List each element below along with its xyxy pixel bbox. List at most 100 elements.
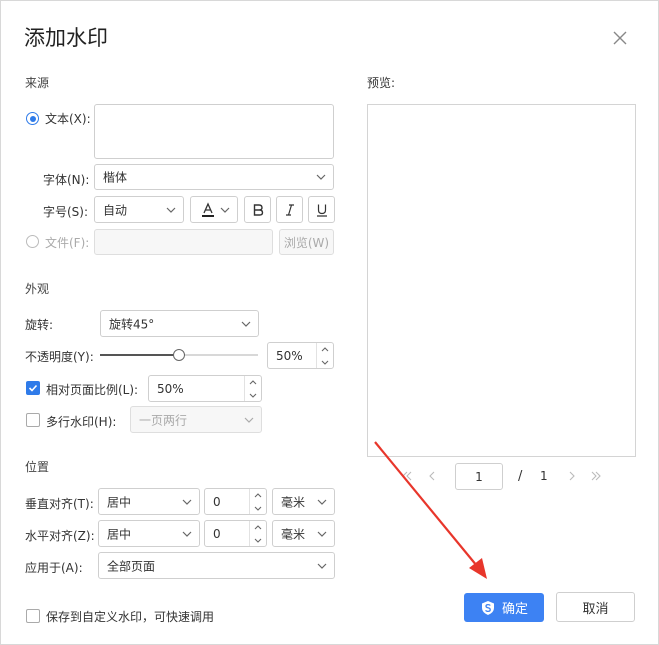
page-total: 1	[540, 469, 548, 483]
appearance-section-label: 外观	[25, 282, 50, 296]
opacity-spinner[interactable]: 50%	[267, 342, 334, 369]
spinner-buttons	[244, 376, 261, 401]
size-select[interactable]: 自动	[94, 196, 184, 223]
save-custom-label: 保存到自定义水印，可快速调用	[46, 610, 215, 624]
multiline-select[interactable]: 一页两行	[130, 406, 262, 433]
chevron-down-icon	[321, 360, 329, 365]
italic-icon	[285, 203, 294, 216]
apply-to-value: 全部页面	[107, 559, 156, 573]
multiline-select-value: 一页两行	[139, 413, 188, 427]
watermark-text-input[interactable]	[94, 104, 334, 159]
horizontal-align-select[interactable]: 居中	[98, 520, 200, 547]
next-page-button[interactable]	[564, 468, 580, 484]
last-page-icon	[591, 471, 601, 481]
relative-scale-value: 50%	[157, 381, 184, 396]
spin-up-button[interactable]	[317, 343, 333, 356]
multiline-checkbox[interactable]	[26, 413, 40, 427]
horizontal-offset-value: 0	[213, 526, 221, 541]
underline-button[interactable]	[308, 196, 335, 223]
file-source-radio[interactable]	[26, 235, 39, 248]
font-select[interactable]: 楷体	[94, 164, 334, 190]
spin-down-button[interactable]	[317, 356, 333, 369]
relative-scale-spinner[interactable]: 50%	[148, 375, 262, 402]
spinner-buttons	[249, 489, 266, 514]
horizontal-align-value: 居中	[107, 527, 132, 541]
vertical-unit-select[interactable]: 毫米	[272, 488, 335, 515]
source-section-label: 来源	[25, 76, 50, 90]
preview-pane	[367, 104, 636, 457]
slider-thumb[interactable]	[173, 349, 185, 361]
italic-button[interactable]	[276, 196, 303, 223]
browse-button[interactable]: 浏览(W)	[279, 229, 334, 255]
position-section-label: 位置	[25, 460, 50, 474]
file-source-label: 文件(F):	[45, 236, 90, 250]
font-color-button[interactable]	[190, 196, 238, 223]
font-label: 字体(N):	[43, 173, 90, 187]
vertical-offset-value: 0	[213, 494, 221, 509]
relative-scale-label: 相对页面比例(L):	[46, 383, 139, 397]
chevron-up-icon	[321, 347, 329, 352]
chevron-down-icon	[241, 321, 251, 327]
vertical-offset-spinner[interactable]: 0	[204, 488, 267, 515]
horizontal-offset-spinner[interactable]: 0	[204, 520, 267, 547]
page-separator: /	[518, 469, 523, 484]
vertical-align-label: 垂直对齐(T):	[25, 497, 94, 511]
chevron-down-icon	[182, 531, 192, 537]
annotation-arrow-icon	[374, 441, 487, 579]
relative-scale-checkbox[interactable]	[26, 381, 40, 395]
chevron-down-icon	[254, 538, 262, 543]
chevron-down-icon	[249, 393, 257, 398]
chevron-right-icon	[569, 471, 575, 481]
close-button[interactable]	[607, 25, 633, 51]
chevron-down-icon	[316, 174, 326, 180]
spinner-buttons	[316, 343, 333, 368]
spin-up-button[interactable]	[245, 376, 261, 389]
dialog-title: 添加水印	[24, 26, 108, 50]
file-path-input[interactable]	[94, 229, 273, 255]
vertical-align-value: 居中	[107, 495, 132, 509]
rotation-select-value: 旋转45°	[109, 317, 155, 331]
text-source-label: 文本(X):	[45, 112, 91, 126]
opacity-label: 不透明度(Y):	[25, 350, 94, 364]
close-icon	[613, 31, 627, 45]
horizontal-unit-select[interactable]: 毫米	[272, 520, 335, 547]
vertical-align-select[interactable]: 居中	[98, 488, 200, 515]
chevron-down-icon	[220, 207, 230, 213]
cancel-button[interactable]: 取消	[556, 592, 635, 622]
size-label: 字号(S):	[43, 205, 89, 219]
preview-label: 预览:	[367, 76, 396, 90]
opacity-value: 50%	[276, 348, 303, 363]
vertical-unit-value: 毫米	[281, 495, 306, 509]
spin-down-button[interactable]	[245, 389, 261, 402]
chevron-up-icon	[254, 493, 262, 498]
opacity-slider[interactable]	[100, 347, 258, 363]
font-color-icon	[202, 202, 214, 217]
spinner-buttons	[249, 521, 266, 546]
underline-icon	[316, 204, 327, 217]
shield-s-icon	[481, 600, 494, 615]
add-watermark-dialog: 添加水印 来源 文本(X): 字体(N): 楷体 字号(S): 自动 文件(F)…	[0, 0, 659, 645]
checkmark-icon	[28, 384, 38, 392]
font-select-value: 楷体	[103, 170, 128, 185]
spin-down-button[interactable]	[250, 534, 266, 547]
slider-fill	[100, 354, 179, 356]
last-page-button[interactable]	[588, 468, 604, 484]
spin-up-button[interactable]	[250, 521, 266, 534]
rotation-select[interactable]: 旋转45°	[100, 310, 259, 337]
spin-up-button[interactable]	[250, 489, 266, 502]
chevron-up-icon	[254, 525, 262, 530]
confirm-button[interactable]: 确定	[464, 593, 544, 622]
apply-to-select[interactable]: 全部页面	[98, 552, 335, 579]
chevron-down-icon	[244, 417, 254, 423]
spin-down-button[interactable]	[250, 502, 266, 515]
rotation-label: 旋转:	[25, 318, 54, 332]
chevron-down-icon	[182, 499, 192, 505]
chevron-down-icon	[166, 207, 176, 213]
chevron-down-icon	[317, 563, 327, 569]
save-custom-checkbox[interactable]	[26, 609, 40, 623]
chevron-down-icon	[317, 499, 327, 505]
bold-button[interactable]	[244, 196, 271, 223]
multiline-label: 多行水印(H):	[46, 415, 117, 429]
text-source-radio[interactable]	[26, 112, 39, 125]
apply-to-label: 应用于(A):	[25, 561, 83, 575]
